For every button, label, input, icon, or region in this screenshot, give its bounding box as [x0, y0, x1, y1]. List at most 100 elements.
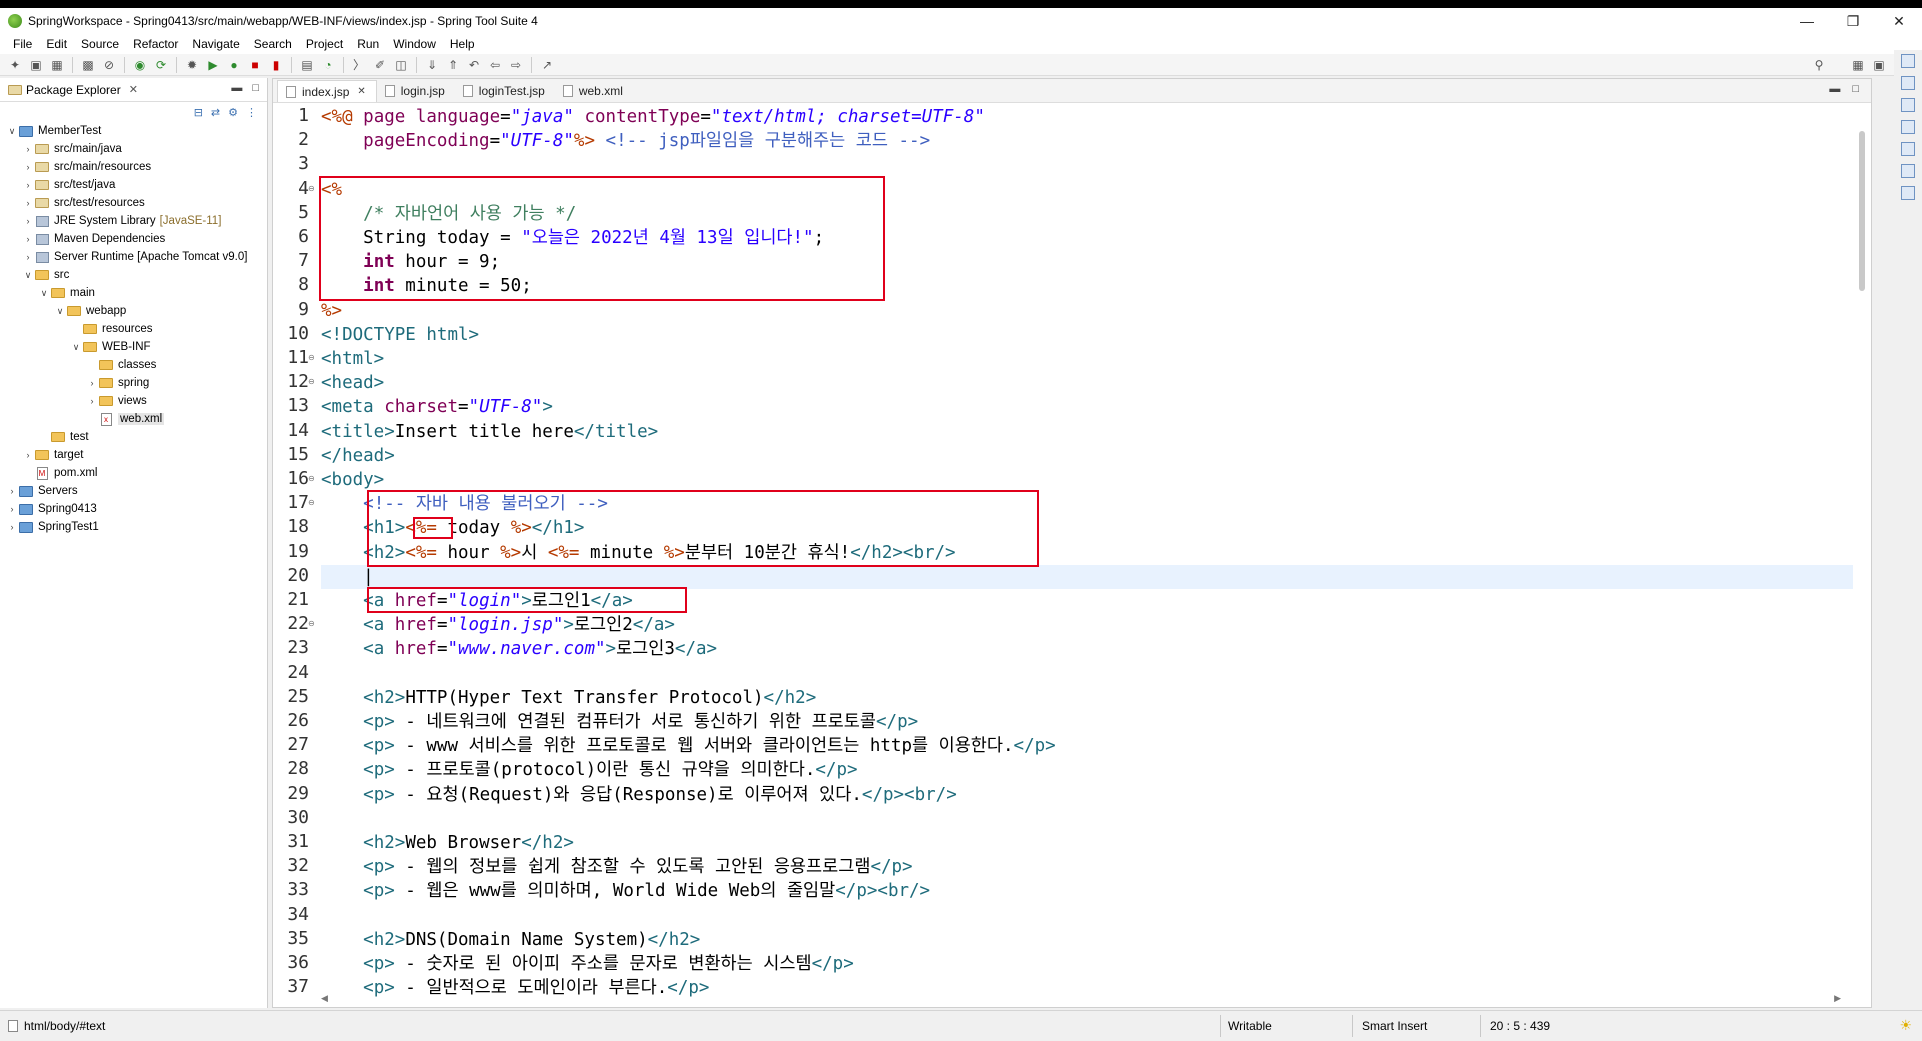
run-external-icon[interactable]: ● [225, 56, 243, 74]
editor-tab[interactable]: loginTest.jsp [455, 80, 555, 102]
tree-item[interactable]: classes [0, 356, 267, 374]
tree-item[interactable]: ∨ main [0, 284, 267, 302]
tree-item[interactable]: ∨ MemberTest [0, 122, 267, 140]
servers-icon[interactable] [1901, 164, 1915, 178]
new-java-project-icon[interactable]: ▤ [298, 56, 316, 74]
fold-toggle-icon[interactable]: ⊖ [308, 619, 315, 628]
minimize-icon[interactable]: ▬ [1829, 83, 1840, 95]
chevron-right-icon[interactable]: › [22, 144, 34, 154]
tree-item[interactable]: › Server Runtime [Apache Tomcat v9.0] [0, 248, 267, 266]
open-folder-icon[interactable]: ◫ [392, 56, 410, 74]
terminal-icon[interactable]: ▩ [79, 56, 97, 74]
restore-button[interactable]: ❐ [1830, 8, 1876, 34]
fold-toggle-icon[interactable]: ⊖ [308, 377, 315, 386]
tree-item[interactable]: › Servers [0, 482, 267, 500]
console-icon[interactable] [1901, 142, 1915, 156]
tree-item[interactable]: Mpom.xml [0, 464, 267, 482]
open-perspective-icon[interactable]: ▦ [1849, 56, 1867, 74]
scroll-left-icon[interactable]: ◀ [321, 993, 328, 1004]
menu-project[interactable]: Project [299, 37, 350, 51]
tree-item[interactable]: › src/test/resources [0, 194, 267, 212]
save-all-icon[interactable]: ▦ [48, 56, 66, 74]
task-list-icon[interactable] [1901, 76, 1915, 90]
tree-item[interactable]: x web.xml [0, 410, 267, 428]
next-annotation-icon[interactable]: ⇓ [423, 56, 441, 74]
tree-item[interactable]: ∨ src [0, 266, 267, 284]
spring-symbols-icon[interactable] [1901, 98, 1915, 112]
save-icon[interactable]: ▣ [27, 56, 45, 74]
tree-item[interactable]: › SpringTest1 [0, 518, 267, 536]
tree-item[interactable]: test [0, 428, 267, 446]
menu-help[interactable]: Help [443, 37, 482, 51]
tree-item[interactable]: ∨ webapp [0, 302, 267, 320]
menu-refactor[interactable]: Refactor [126, 37, 185, 51]
link-with-editor-icon[interactable]: ⇄ [211, 106, 220, 119]
editor-tab[interactable]: web.xml [555, 80, 633, 102]
maximize-icon[interactable]: □ [1852, 83, 1859, 95]
boot-dashboard-icon[interactable]: ◉ [131, 56, 149, 74]
run-icon[interactable]: ▶ [204, 56, 222, 74]
tree-item[interactable]: › spring [0, 374, 267, 392]
outline-icon[interactable] [1901, 54, 1915, 68]
chevron-down-icon[interactable]: ∨ [6, 126, 18, 137]
skip-breakpoints-icon[interactable]: ⊘ [100, 56, 118, 74]
chevron-right-icon[interactable]: › [6, 486, 18, 496]
chevron-right-icon[interactable]: › [22, 252, 34, 262]
new-class-icon[interactable]: ◔ [319, 56, 337, 74]
chevron-right-icon[interactable]: › [86, 396, 98, 406]
chevron-right-icon[interactable]: › [22, 450, 34, 460]
fold-toggle-icon[interactable]: ⊖ [308, 498, 315, 507]
view-menu-icon[interactable]: ⋮ [246, 106, 257, 119]
fold-toggle-icon[interactable]: ⊖ [308, 353, 315, 362]
problems-icon[interactable] [1901, 120, 1915, 134]
tree-item[interactable]: › Maven Dependencies [0, 230, 267, 248]
previous-annotation-icon[interactable]: ⇑ [444, 56, 462, 74]
chevron-down-icon[interactable]: ∨ [70, 342, 82, 353]
editor-tab[interactable]: login.jsp [377, 80, 455, 102]
back-icon[interactable]: ⇦ [486, 56, 504, 74]
tree-item[interactable]: resources [0, 320, 267, 338]
spring-relaunch-icon[interactable]: ⟳ [152, 56, 170, 74]
menu-navigate[interactable]: Navigate [185, 37, 246, 51]
progress-icon[interactable] [1901, 186, 1915, 200]
chevron-right-icon[interactable]: › [6, 522, 18, 532]
tree-item[interactable]: › JRE System Library [JavaSE-11] [0, 212, 267, 230]
tree-item[interactable]: › src/main/java [0, 140, 267, 158]
chevron-right-icon[interactable]: › [22, 216, 34, 226]
open-task-icon[interactable]: ✐ [371, 56, 389, 74]
vertical-scrollbar[interactable] [1857, 105, 1867, 995]
last-edit-icon[interactable]: ↶ [465, 56, 483, 74]
forward-icon[interactable]: ⇨ [507, 56, 525, 74]
server-icon[interactable]: ▮ [267, 56, 285, 74]
chevron-right-icon[interactable]: › [22, 234, 34, 244]
tree-item[interactable]: › Spring0413 [0, 500, 267, 518]
menu-window[interactable]: Window [386, 37, 443, 51]
filter-icon[interactable]: ⚙ [228, 106, 238, 119]
tree-item[interactable]: › views [0, 392, 267, 410]
chevron-right-icon[interactable]: › [22, 162, 34, 172]
close-button[interactable]: ✕ [1876, 8, 1922, 34]
fold-toggle-icon[interactable]: ⊖ [308, 474, 315, 483]
close-icon[interactable]: ✕ [357, 86, 365, 97]
fold-toggle-icon[interactable]: ⊖ [308, 184, 315, 193]
scroll-right-icon[interactable]: ▶ [1834, 993, 1841, 1004]
new-icon[interactable]: ✦ [6, 56, 24, 74]
pin-editor-icon[interactable]: ↗ [538, 56, 556, 74]
tree-item[interactable]: › src/main/resources [0, 158, 267, 176]
chevron-right-icon[interactable]: › [86, 378, 98, 388]
chevron-right-icon[interactable]: › [6, 504, 18, 514]
package-explorer-tab[interactable]: Package Explorer ✕ ▬ □ [0, 78, 267, 102]
menu-run[interactable]: Run [350, 37, 386, 51]
chevron-right-icon[interactable]: › [22, 198, 34, 208]
menu-edit[interactable]: Edit [39, 37, 74, 51]
scrollbar-thumb[interactable] [1859, 131, 1865, 291]
editor-tab[interactable]: index.jsp ✕ [277, 80, 377, 102]
open-type-icon[interactable]: 〉 [350, 56, 368, 74]
minimize-button[interactable]: — [1784, 8, 1830, 34]
tree-item[interactable]: › src/test/java [0, 176, 267, 194]
menu-source[interactable]: Source [74, 37, 126, 51]
debug-icon[interactable]: ✹ [183, 56, 201, 74]
maximize-icon[interactable]: □ [252, 82, 259, 94]
menu-search[interactable]: Search [247, 37, 299, 51]
collapse-all-icon[interactable]: ⊟ [194, 106, 203, 119]
